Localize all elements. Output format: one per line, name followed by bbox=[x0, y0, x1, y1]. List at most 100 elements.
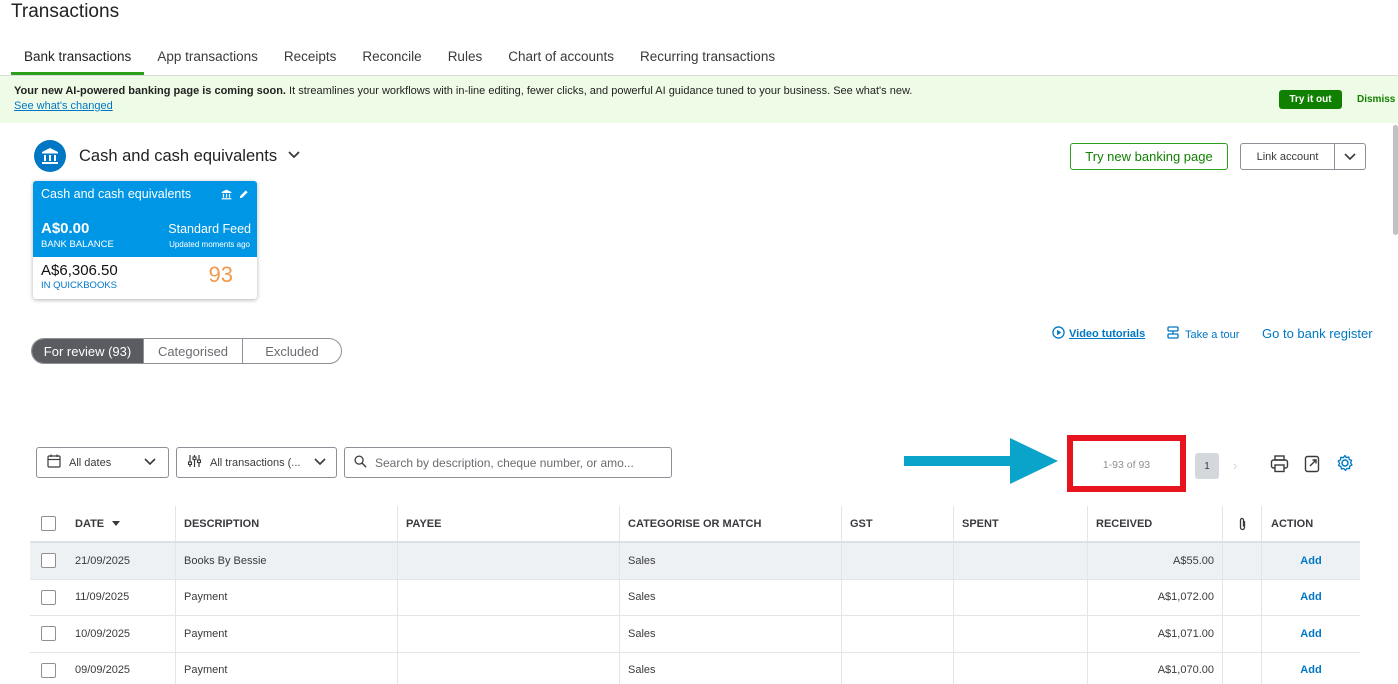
column-header-gst[interactable]: GST bbox=[842, 506, 954, 541]
cell-description: Payment bbox=[176, 579, 398, 615]
add-button[interactable]: Add bbox=[1300, 555, 1321, 567]
link-account-button[interactable]: Link account bbox=[1241, 144, 1335, 169]
row-checkbox[interactable] bbox=[41, 626, 56, 642]
cell-received: A$1,070.00 bbox=[1088, 652, 1223, 684]
column-header-payee[interactable]: PAYEE bbox=[398, 506, 620, 541]
cell-gst[interactable] bbox=[842, 543, 954, 579]
banner-message: Your new AI-powered banking page is comi… bbox=[14, 85, 1214, 97]
see-whats-changed-link[interactable]: See what's changed bbox=[14, 100, 113, 112]
tab-recurring-transactions[interactable]: Recurring transactions bbox=[627, 40, 788, 75]
cell-spent bbox=[954, 652, 1088, 684]
link-account-split-button: Link account bbox=[1240, 143, 1366, 170]
chevron-down-icon[interactable] bbox=[1335, 144, 1365, 169]
select-all-checkbox[interactable] bbox=[41, 516, 56, 531]
cell-gst[interactable] bbox=[842, 579, 954, 615]
play-circle-icon bbox=[1052, 326, 1065, 342]
transaction-filter-dropdown[interactable]: All transactions (... bbox=[176, 447, 337, 478]
cell-action: Add bbox=[1262, 616, 1360, 652]
tab-app-transactions[interactable]: App transactions bbox=[144, 40, 271, 75]
cell-action: Add bbox=[1262, 653, 1360, 684]
table-row[interactable]: 10/09/2025 Payment Sales A$1,071.00 Add bbox=[30, 616, 1360, 653]
paperclip-icon bbox=[1223, 506, 1262, 541]
cell-attachment bbox=[1223, 579, 1262, 615]
print-icon[interactable] bbox=[1270, 455, 1289, 478]
cell-payee[interactable] bbox=[398, 616, 620, 652]
cell-category[interactable]: Sales bbox=[620, 616, 842, 652]
page-scrollbar[interactable] bbox=[1393, 125, 1398, 235]
try-it-out-button[interactable]: Try it out bbox=[1279, 90, 1342, 109]
page-number-button[interactable]: 1 bbox=[1195, 453, 1219, 479]
pagination-range: 1-93 of 93 bbox=[1102, 459, 1151, 471]
cell-category[interactable]: Sales bbox=[620, 652, 842, 684]
transactions-table: DATE DESCRIPTION PAYEE CATEGORISE OR MAT… bbox=[30, 506, 1360, 684]
cell-date: 10/09/2025 bbox=[67, 616, 176, 652]
cell-payee[interactable] bbox=[398, 579, 620, 615]
tab-chart-of-accounts[interactable]: Chart of accounts bbox=[495, 40, 627, 75]
table-row[interactable]: 11/09/2025 Payment Sales A$1,072.00 Add bbox=[30, 579, 1360, 616]
search-placeholder: Search by description, cheque number, or… bbox=[375, 455, 634, 470]
row-checkbox[interactable] bbox=[41, 589, 56, 605]
tab-rules[interactable]: Rules bbox=[435, 40, 496, 75]
cell-category[interactable]: Sales bbox=[620, 543, 842, 579]
table-row[interactable]: 21/09/2025 Books By Bessie Sales A$55.00… bbox=[30, 543, 1360, 580]
chevron-down-icon bbox=[314, 457, 326, 469]
transaction-filter-value: All transactions (... bbox=[210, 456, 301, 469]
pencil-icon[interactable] bbox=[238, 187, 249, 205]
column-header-date-label: DATE bbox=[75, 517, 105, 530]
tab-bar: Bank transactions App transactions Recei… bbox=[11, 40, 788, 75]
date-filter-dropdown[interactable]: All dates bbox=[36, 447, 169, 478]
tab-reconcile[interactable]: Reconcile bbox=[349, 40, 434, 75]
cell-payee[interactable] bbox=[398, 652, 620, 684]
updated-label: Updated moments ago bbox=[169, 240, 250, 249]
row-checkbox-cell bbox=[30, 616, 67, 652]
video-tutorials-link[interactable]: Video tutorials bbox=[1052, 326, 1145, 342]
add-button[interactable]: Add bbox=[1300, 628, 1321, 640]
take-a-tour-link[interactable]: Take a tour bbox=[1167, 326, 1239, 343]
account-selector[interactable]: Cash and cash equivalents bbox=[34, 140, 301, 172]
row-checkbox-cell bbox=[30, 543, 67, 579]
table-row[interactable]: 09/09/2025 Payment Sales A$1,070.00 Add bbox=[30, 652, 1360, 684]
tab-receipts[interactable]: Receipts bbox=[271, 40, 350, 75]
column-header-received[interactable]: RECEIVED bbox=[1088, 506, 1223, 541]
row-checkbox[interactable] bbox=[41, 662, 56, 678]
cell-gst[interactable] bbox=[842, 652, 954, 684]
cell-category[interactable]: Sales bbox=[620, 579, 842, 615]
column-header-categorise[interactable]: CATEGORISE OR MATCH bbox=[620, 506, 842, 541]
segment-excluded[interactable]: Excluded bbox=[242, 339, 341, 363]
cell-action: Add bbox=[1262, 543, 1360, 579]
cell-received: A$55.00 bbox=[1088, 543, 1223, 579]
quickbooks-balance-label: IN QUICKBOOKS bbox=[41, 280, 118, 291]
row-checkbox-cell bbox=[30, 580, 67, 616]
row-checkbox[interactable] bbox=[41, 553, 56, 569]
try-new-banking-page-button[interactable]: Try new banking page bbox=[1070, 143, 1228, 170]
cell-description: Books By Bessie bbox=[176, 543, 398, 579]
cell-action: Add bbox=[1262, 580, 1360, 616]
column-header-date[interactable]: DATE bbox=[67, 506, 176, 541]
dismiss-button[interactable]: Dismiss bbox=[1357, 94, 1395, 105]
segment-categorised[interactable]: Categorised bbox=[143, 339, 242, 363]
feed-type: Standard Feed bbox=[168, 222, 251, 236]
tab-bank-transactions[interactable]: Bank transactions bbox=[11, 40, 145, 75]
bank-icon bbox=[34, 140, 66, 172]
add-button[interactable]: Add bbox=[1300, 591, 1321, 603]
segment-for-review[interactable]: For review (93) bbox=[32, 339, 143, 363]
cell-date: 21/09/2025 bbox=[67, 543, 176, 579]
chevron-down-icon[interactable] bbox=[287, 147, 301, 165]
tour-icon bbox=[1167, 326, 1179, 343]
next-page-icon[interactable]: › bbox=[1233, 458, 1237, 473]
add-button[interactable]: Add bbox=[1300, 664, 1321, 676]
cell-received: A$1,072.00 bbox=[1088, 579, 1223, 615]
cell-payee[interactable] bbox=[398, 543, 620, 579]
cell-gst[interactable] bbox=[842, 616, 954, 652]
date-filter-value: All dates bbox=[69, 456, 112, 469]
go-to-bank-register-link[interactable]: Go to bank register bbox=[1262, 326, 1373, 341]
account-name: Cash and cash equivalents bbox=[79, 146, 278, 165]
column-header-description[interactable]: DESCRIPTION bbox=[176, 506, 398, 541]
gear-icon[interactable] bbox=[1336, 454, 1354, 477]
column-header-spent[interactable]: SPENT bbox=[954, 506, 1088, 541]
account-card[interactable]: Cash and cash equivalents A$0.00 BANK BA… bbox=[33, 181, 257, 299]
search-input[interactable]: Search by description, cheque number, or… bbox=[344, 447, 672, 478]
take-a-tour-label: Take a tour bbox=[1185, 328, 1240, 341]
cell-spent bbox=[954, 579, 1088, 615]
export-icon[interactable] bbox=[1304, 455, 1321, 478]
